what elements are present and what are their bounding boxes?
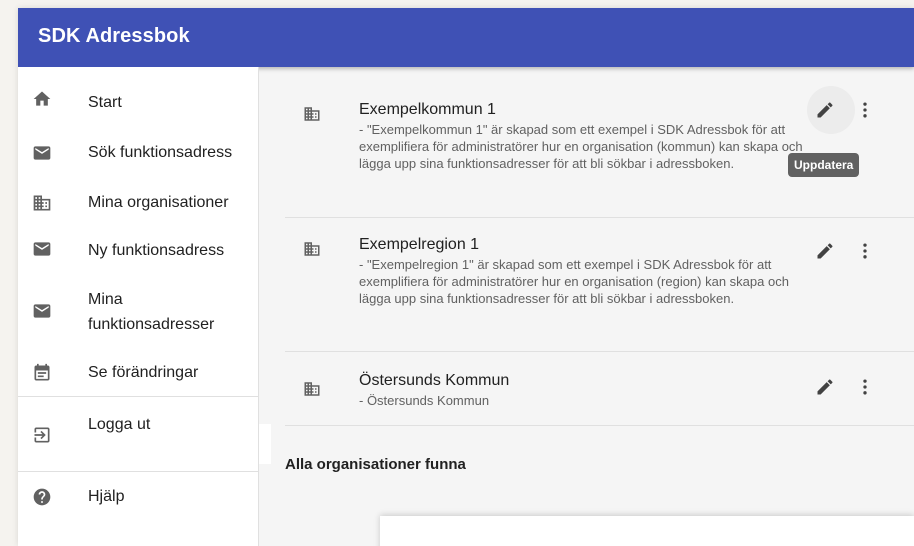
sidebar: Start Sök funktionsadress Mina organisat… [18,67,259,546]
org-item-ostersunds-kommun[interactable]: Östersunds Kommun - Östersunds Kommun [285,352,914,426]
sidebar-item-start[interactable]: Start [18,79,259,119]
more-vert-icon[interactable] [857,241,873,261]
edit-icon[interactable] [815,377,835,397]
app-title: SDK Adressbok [38,25,190,47]
more-vert-icon[interactable] [857,100,873,120]
sidebar-item-label: Hjälp [88,488,125,505]
sidebar-item-label: Sök funktionsadress [88,144,233,161]
building-icon [304,242,320,256]
app-window: SDK Adressbok Start Sök funktionsadress … [18,8,914,546]
sidebar-item-sok-funktionsadress[interactable]: Sök funktionsadress [18,127,259,171]
sidebar-item-label: Mina funktionsadresser [88,291,215,333]
more-vert-icon[interactable] [857,377,873,397]
home-icon [33,91,51,106]
org-name: Exempelregion 1 [359,236,480,253]
building-icon [304,382,320,396]
org-description: - Östersunds Kommun [359,393,490,408]
mail-icon [33,304,51,318]
org-name: Exempelkommun 1 [359,101,496,118]
calendar-icon [34,363,50,381]
logout-icon [34,427,50,443]
edit-icon[interactable] [815,241,835,261]
help-icon [33,488,51,506]
sidebar-item-label: Logga ut [88,416,151,433]
sidebar-item-label: Se förändringar [88,364,199,381]
sidebar-item-mina-organisationer[interactable]: Mina organisationer [18,175,259,219]
org-item-exempelkommun-1[interactable]: Exempelkommun 1 - "Exempelkommun 1" är s… [285,67,914,218]
sidebar-item-mina-funktionsadresser[interactable]: Mina funktionsadresser [18,275,259,339]
building-icon [304,107,320,121]
sidebar-divider [18,396,259,397]
status-text: Alla organisationer funna [285,456,466,473]
building-icon [33,195,51,211]
sidebar-divider [18,471,259,472]
bottom-card [380,516,914,546]
sidebar-item-ny-funktionsadress[interactable]: Ny funktionsadress [18,223,259,267]
app-bar: SDK Adressbok [18,8,914,67]
org-name: Östersunds Kommun [359,372,510,389]
org-description: - "Exempelkommun 1" är skapad som ett ex… [359,122,803,171]
main-content: Exempelkommun 1 - "Exempelkommun 1" är s… [259,67,914,546]
edit-icon[interactable] [815,100,835,120]
edit-tooltip: Uppdatera [788,153,860,177]
org-description: - "Exempelregion 1" är skapad som ett ex… [359,257,789,306]
sidebar-item-label: Mina organisationer [88,194,229,211]
sidebar-item-logga-ut[interactable]: Logga ut [18,401,259,461]
mail-icon [33,242,51,256]
mail-icon [33,146,51,160]
org-item-exempelregion-1[interactable]: Exempelregion 1 - "Exempelregion 1" är s… [285,218,914,352]
sidebar-item-se-forandringar[interactable]: Se förändringar [18,349,259,393]
sidebar-item-label: Ny funktionsadress [88,242,225,259]
sidebar-item-label: Start [88,94,122,111]
sidebar-item-hjalp[interactable]: Hjälp [18,475,259,519]
